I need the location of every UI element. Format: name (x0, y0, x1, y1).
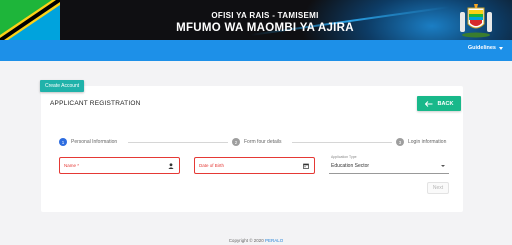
step-personal-information: 1 Personal Information (59, 138, 117, 146)
date-of-birth-field[interactable]: Date of Birth (194, 157, 315, 174)
header-banner: OFISI YA RAIS - TAMISEMI MFUMO WA MAOMBI… (0, 0, 512, 40)
next-button[interactable]: Next (427, 182, 449, 194)
create-account-tag: Create Account (40, 80, 85, 92)
step-label: Form four details (244, 139, 282, 145)
name-field[interactable]: Name * (59, 157, 180, 174)
back-button-label: BACK (437, 100, 454, 107)
step-number: 2 (232, 138, 240, 146)
person-icon (168, 163, 174, 169)
application-type-select[interactable]: Application Type Education Sector (329, 155, 449, 174)
guidelines-label: Guidelines (467, 45, 496, 51)
step-connector (292, 142, 392, 143)
brand-link[interactable]: PERALO (265, 238, 283, 243)
step-connector (128, 142, 228, 143)
calendar-icon (303, 163, 309, 169)
footer: Copyright © 2020 PERALO (0, 238, 512, 243)
tanzania-flag-icon (0, 0, 60, 40)
step-login-information: 3 Login information (396, 138, 446, 146)
step-form-four-details: 2 Form four details (232, 138, 282, 146)
step-label: Login information (408, 139, 447, 145)
top-navbar: Guidelines (0, 40, 512, 61)
step-label: Personal Information (71, 139, 118, 145)
guidelines-menu[interactable]: Guidelines (468, 45, 503, 51)
application-type-label: Application Type (331, 155, 357, 159)
step-number: 1 (59, 138, 67, 146)
step-number: 3 (396, 138, 404, 146)
back-button[interactable]: BACK (417, 96, 461, 111)
page-title: APPLICANT REGISTRATION (50, 100, 141, 107)
banner-system-title: MFUMO WA MAOMBI YA AJIRA (176, 22, 354, 34)
application-type-value: Education Sector (331, 163, 370, 169)
dob-placeholder: Date of Birth (199, 163, 225, 168)
dropdown-arrow-icon (441, 165, 445, 167)
name-placeholder: Name * (64, 163, 80, 168)
copyright-text: Copyright © 2020 (228, 238, 266, 243)
banner-office-title: OFISI YA RAIS - TAMISEMI (211, 11, 319, 20)
back-arrow-icon (424, 100, 433, 107)
chevron-down-icon (499, 46, 503, 50)
coat-of-arms-icon (460, 4, 492, 38)
